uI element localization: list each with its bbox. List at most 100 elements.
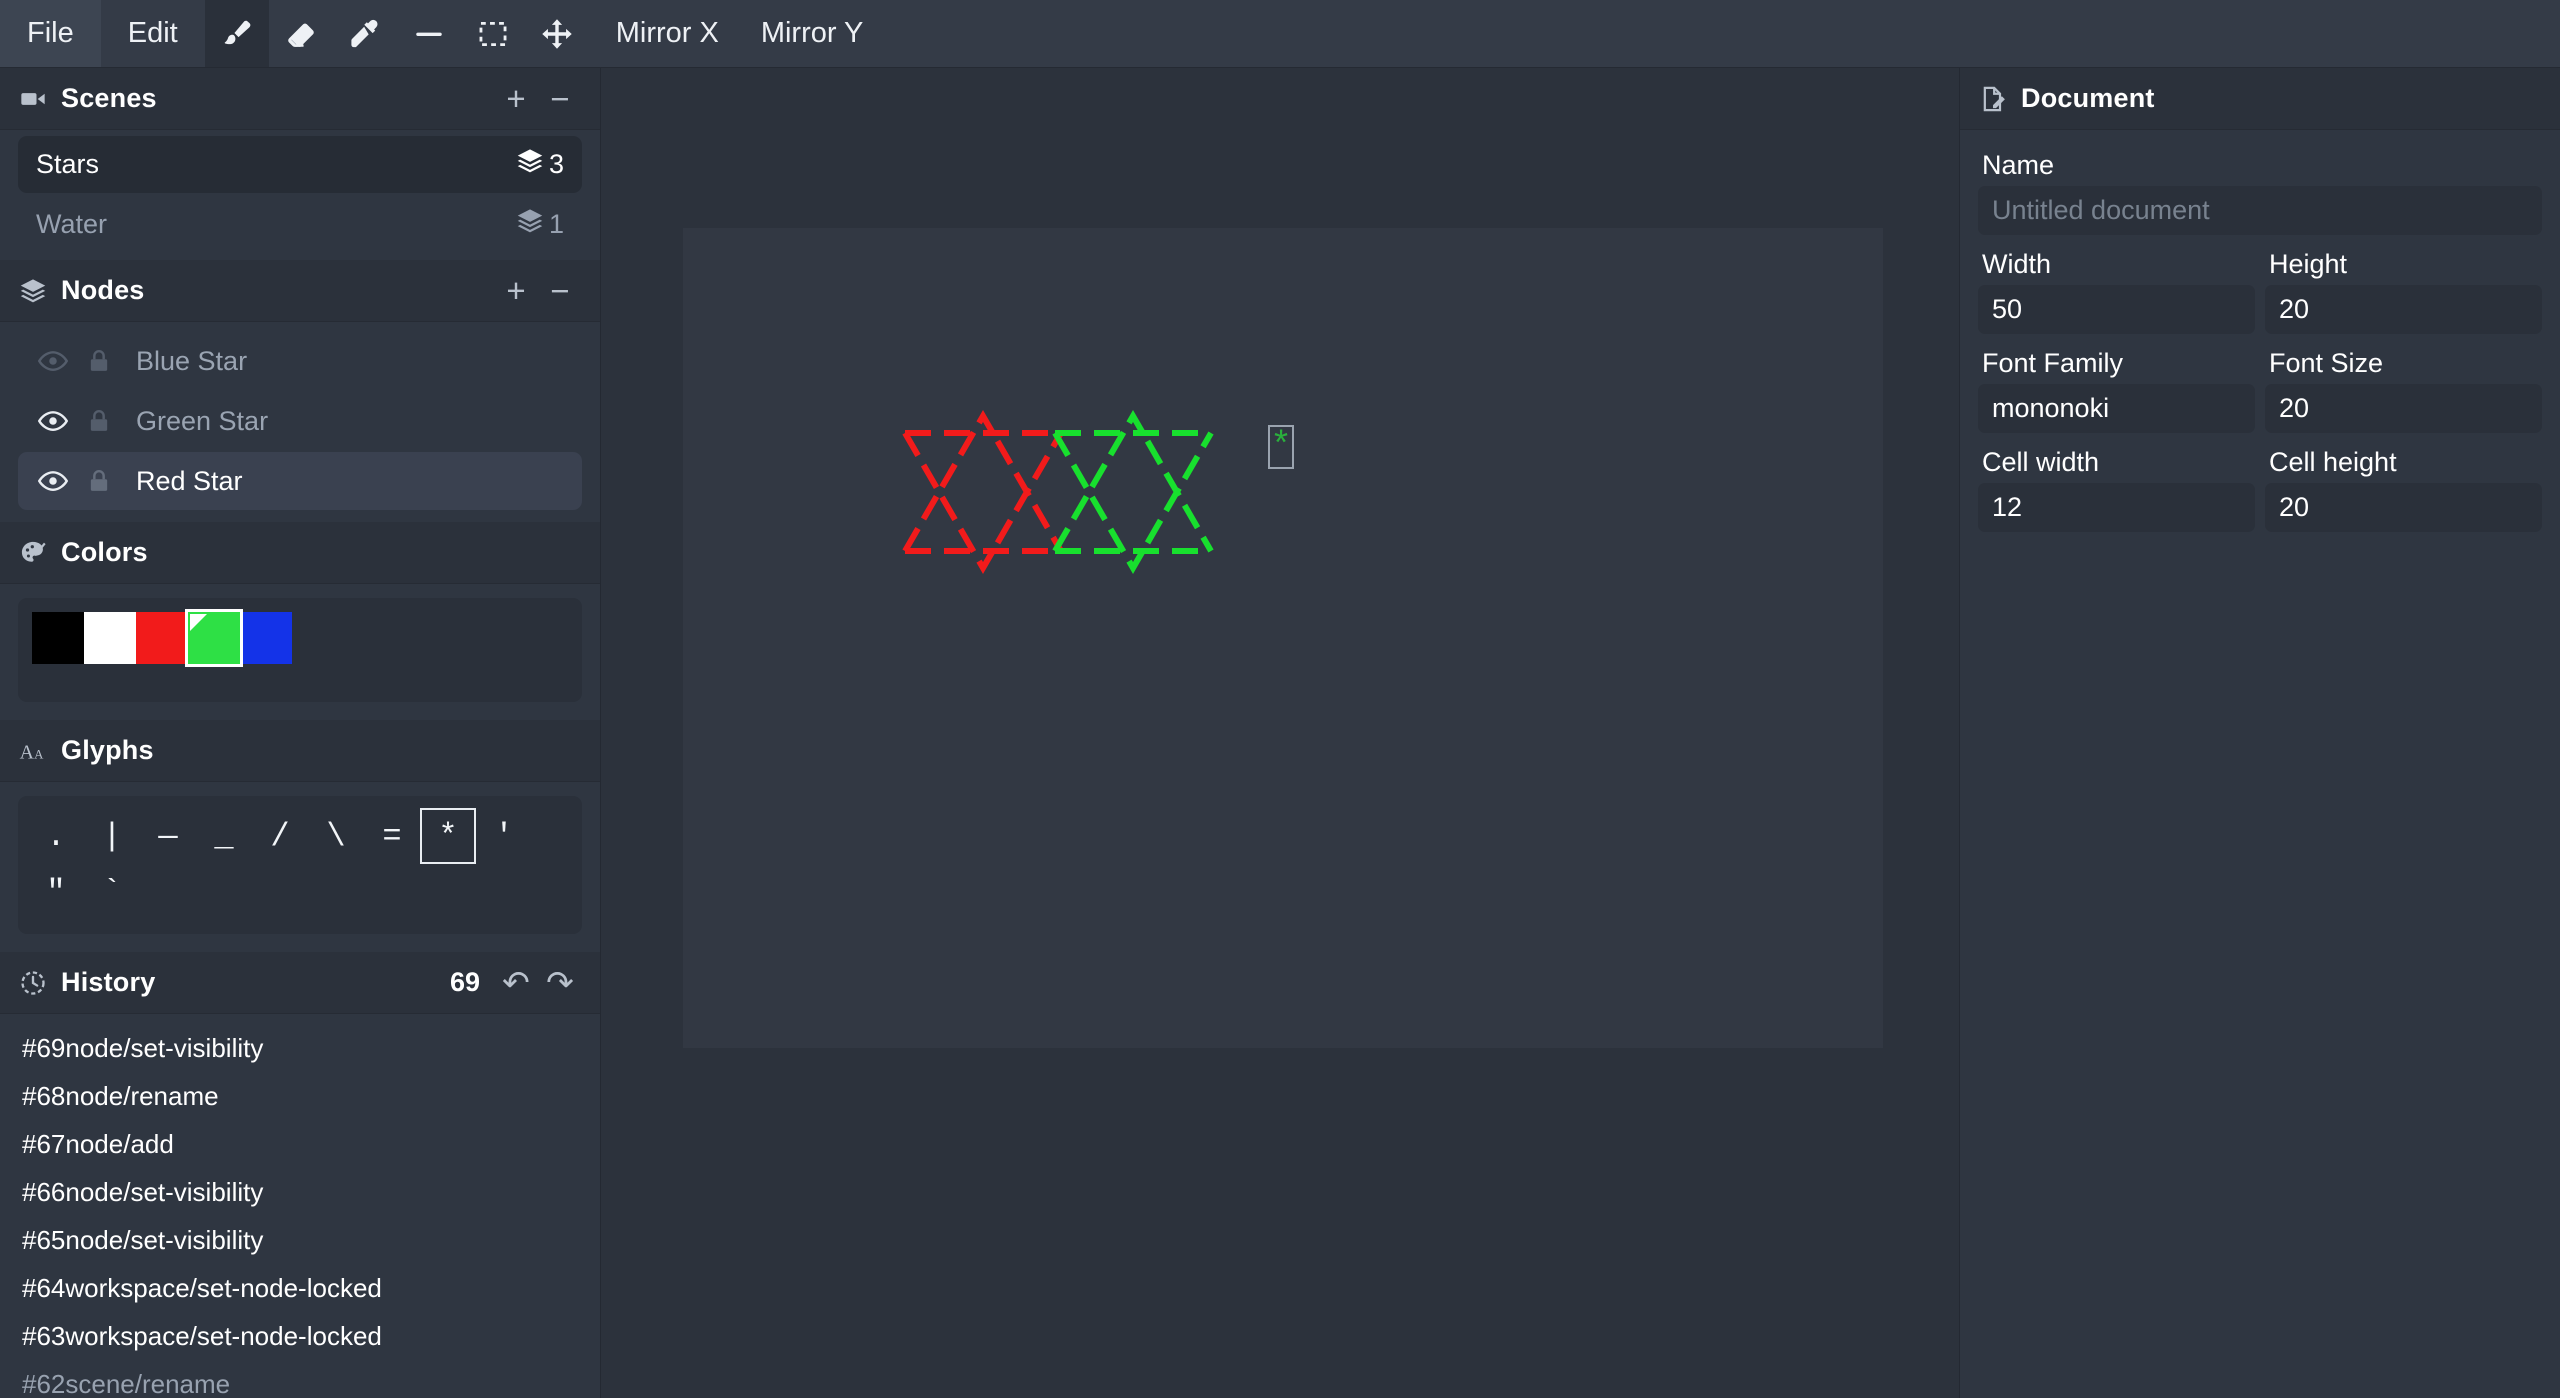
glyph-pipe[interactable]: | (84, 808, 140, 864)
mirror-x-button[interactable]: Mirror X (595, 0, 740, 67)
menu-bar: File Edit (0, 0, 2560, 68)
menu-file[interactable]: File (0, 0, 101, 67)
glyphs-panel-header: A A Glyphs (0, 720, 600, 782)
clock-history-icon (18, 968, 48, 998)
eye-icon[interactable] (30, 338, 76, 384)
mirror-y-button[interactable]: Mirror Y (740, 0, 885, 67)
nodes-list: Blue Star Green (0, 322, 600, 522)
font-icon: A A (18, 736, 48, 766)
scene-item-water[interactable]: Water 1 (18, 196, 582, 253)
glyph-underscore[interactable]: _ (196, 808, 252, 864)
color-swatch-white[interactable] (84, 612, 136, 664)
history-panel-header: History 69 ↶ ↷ (0, 952, 600, 1014)
glyph-backtick[interactable]: ` (84, 864, 140, 920)
history-list[interactable]: #69node/set-visibility #68node/rename #6… (0, 1014, 600, 1398)
remove-node-button[interactable]: − (538, 269, 582, 313)
line-icon (412, 17, 446, 51)
canvas-area[interactable]: * (601, 68, 1959, 1398)
glyph-slash[interactable]: / (252, 808, 308, 864)
scene-item-stars[interactable]: Stars 3 (18, 136, 582, 193)
color-swatch-red[interactable] (136, 612, 188, 664)
svg-text:A: A (20, 741, 35, 763)
document-width-field: Width (1978, 249, 2255, 334)
add-scene-button[interactable]: + (494, 77, 538, 121)
color-swatch-green[interactable] (188, 612, 240, 664)
history-entry[interactable]: #69node/set-visibility (0, 1024, 600, 1072)
eye-icon[interactable] (30, 398, 76, 444)
add-node-button[interactable]: + (494, 269, 538, 313)
remove-scene-button[interactable]: − (538, 77, 582, 121)
document-cell-row: Cell width Cell height (1978, 447, 2542, 546)
glyph-dash[interactable]: — (140, 808, 196, 864)
redo-button[interactable]: ↷ (538, 961, 582, 1005)
undo-button[interactable]: ↶ (494, 961, 538, 1005)
document-font-family-input[interactable] (1978, 384, 2255, 433)
nodes-panel-header: Nodes + − (0, 260, 600, 322)
brush-tool[interactable] (205, 0, 269, 67)
history-entry[interactable]: #67node/add (0, 1120, 600, 1168)
red-star-shape (905, 416, 1061, 568)
document-name-label: Name (1982, 150, 2542, 181)
document-font-size-input[interactable] (2265, 384, 2542, 433)
glyph-dot[interactable]: . (28, 808, 84, 864)
document-height-input[interactable] (2265, 285, 2542, 334)
document-edit-icon (1978, 84, 2008, 114)
glyphs-body: . | — _ / \ = * ' " ` (0, 782, 600, 952)
history-entry[interactable]: #62scene/rename (0, 1360, 600, 1398)
document-title: Document (2021, 83, 2155, 114)
document-font-family-field: Font Family (1978, 348, 2255, 433)
document-size-row: Width Height (1978, 249, 2542, 348)
node-name: Blue Star (136, 346, 247, 377)
node-item-red-star[interactable]: Red Star (18, 452, 582, 510)
document-font-size-field: Font Size (2265, 348, 2542, 433)
scenes-title: Scenes (61, 83, 157, 114)
scene-layer-number: 3 (549, 149, 564, 180)
glyph-quote[interactable]: " (28, 864, 84, 920)
node-name: Red Star (136, 466, 243, 497)
document-width-input[interactable] (1978, 285, 2255, 334)
history-entry[interactable]: #68node/rename (0, 1072, 600, 1120)
history-entry[interactable]: #63workspace/set-node-locked (0, 1312, 600, 1360)
scene-layer-count: 1 (516, 207, 564, 242)
color-swatch-blue[interactable] (240, 612, 292, 664)
history-entry[interactable]: #65node/set-visibility (0, 1216, 600, 1264)
document-cell-width-input[interactable] (1978, 483, 2255, 532)
document-cell-width-label: Cell width (1982, 447, 2255, 478)
move-arrows-icon (540, 17, 574, 51)
document-cell-height-field: Cell height (2265, 447, 2542, 532)
history-entry[interactable]: #66node/set-visibility (0, 1168, 600, 1216)
layers-icon (516, 147, 544, 182)
eyedropper-tool[interactable] (333, 0, 397, 67)
document-cell-height-label: Cell height (2269, 447, 2542, 478)
document-panel-header: Document (1960, 68, 2560, 130)
node-item-blue-star[interactable]: Blue Star (18, 332, 582, 390)
history-entry[interactable]: #64workspace/set-node-locked (0, 1264, 600, 1312)
glyph-backslash[interactable]: \ (308, 808, 364, 864)
canvas-sheet[interactable]: * (683, 228, 1883, 1048)
color-swatch-black[interactable] (32, 612, 84, 664)
marquee-select-icon (476, 17, 510, 51)
glyph-equals[interactable]: = (364, 808, 420, 864)
eraser-tool[interactable] (269, 0, 333, 67)
history-title: History (61, 967, 155, 998)
scenes-panel-header: Scenes + − (0, 68, 600, 130)
lock-icon[interactable] (76, 338, 122, 384)
glyph-asterisk[interactable]: * (420, 808, 476, 864)
lock-icon[interactable] (76, 458, 122, 504)
ascii-art-canvas (683, 228, 1883, 1048)
select-tool[interactable] (461, 0, 525, 67)
menu-edit[interactable]: Edit (101, 0, 205, 67)
lock-icon[interactable] (76, 398, 122, 444)
document-name-input[interactable] (1978, 186, 2542, 235)
document-height-field: Height (2265, 249, 2542, 334)
eye-icon[interactable] (30, 458, 76, 504)
nodes-title: Nodes (61, 275, 145, 306)
main-body: Scenes + − Stars (0, 68, 2560, 1398)
glyph-apostrophe[interactable]: ' (476, 808, 532, 864)
move-tool[interactable] (525, 0, 589, 67)
document-cell-height-input[interactable] (2265, 483, 2542, 532)
document-fields: Name Width Height Font Family (1960, 130, 2560, 546)
node-item-green-star[interactable]: Green Star (18, 392, 582, 450)
line-tool[interactable] (397, 0, 461, 67)
color-swatch-row (32, 612, 568, 664)
